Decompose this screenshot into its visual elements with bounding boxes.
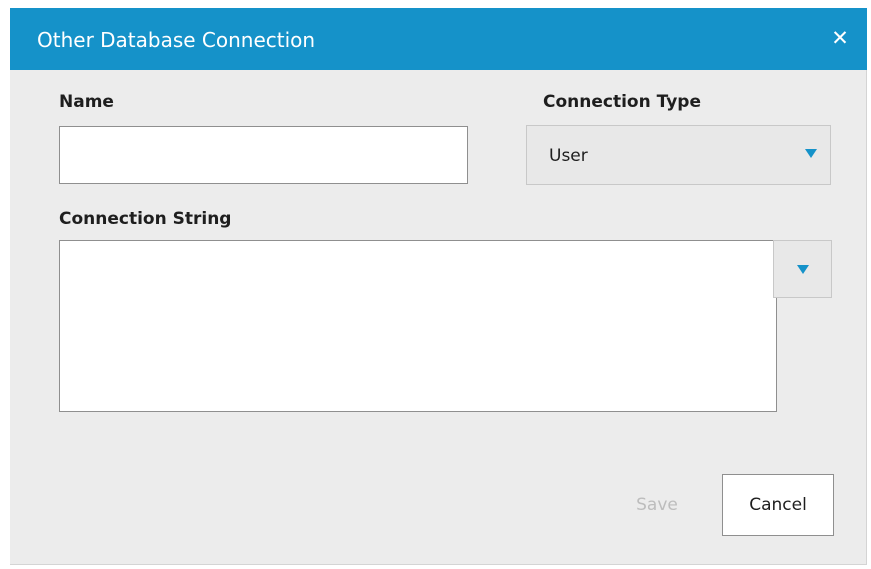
save-button[interactable]: Save [613,474,701,536]
name-input[interactable] [59,126,468,184]
dialog-titlebar: Other Database Connection ✕ [10,8,867,70]
chevron-down-icon [805,149,817,158]
name-label: Name [59,92,114,112]
connection-type-label: Connection Type [543,92,701,112]
connection-type-select[interactable]: User [526,125,831,185]
close-icon[interactable]: ✕ [827,24,853,52]
connection-string-dropdown-button[interactable] [773,240,832,298]
dialog-title: Other Database Connection [37,28,316,52]
connection-string-label: Connection String [59,209,232,229]
chevron-down-icon [797,265,809,274]
connection-type-value: User [549,146,588,166]
cancel-button[interactable]: Cancel [722,474,834,536]
database-connection-dialog: Other Database Connection ✕ Name Connect… [10,8,867,565]
connection-string-input[interactable] [59,240,777,412]
